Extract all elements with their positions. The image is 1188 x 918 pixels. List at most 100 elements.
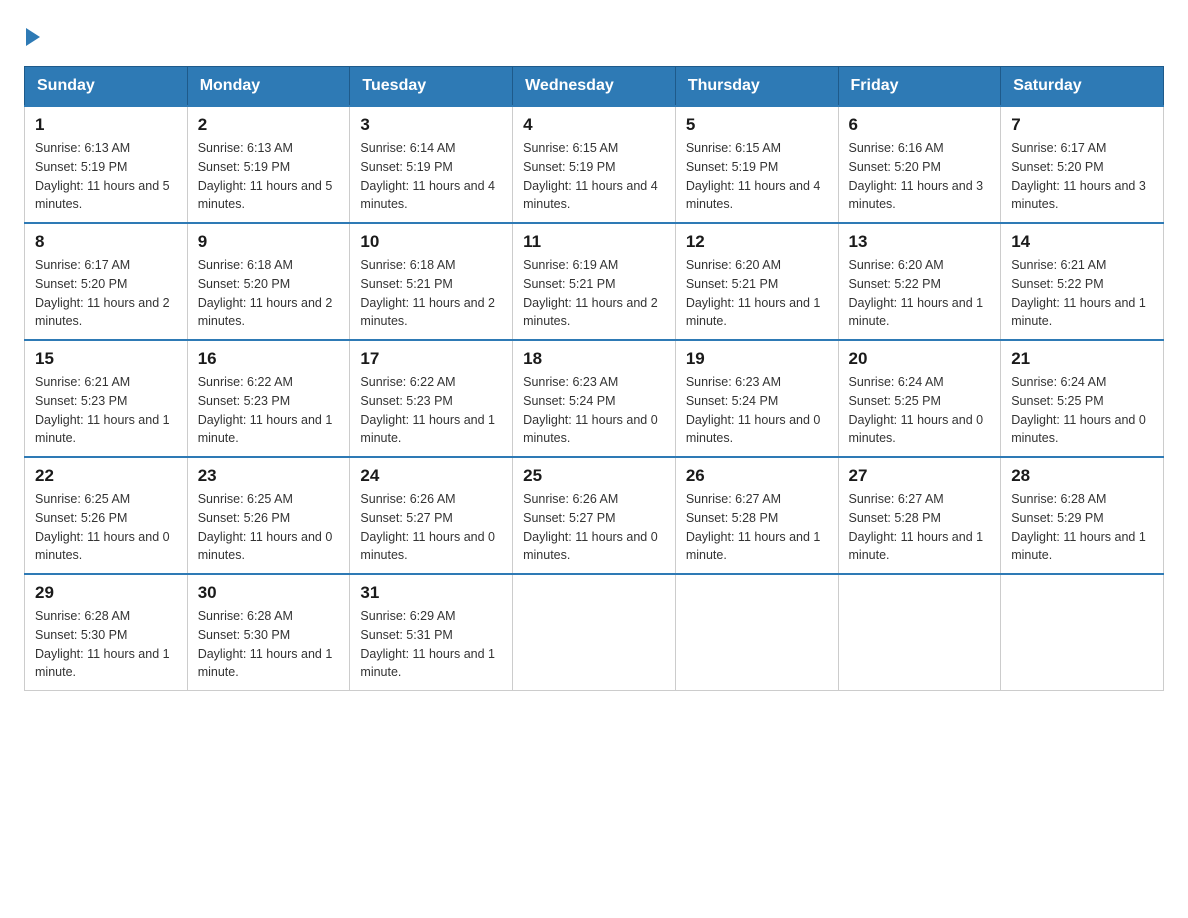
day-info: Sunrise: 6:14 AM Sunset: 5:19 PM Dayligh… <box>360 139 502 214</box>
week-row: 22 Sunrise: 6:25 AM Sunset: 5:26 PM Dayl… <box>25 457 1164 574</box>
calendar-header: SundayMondayTuesdayWednesdayThursdayFrid… <box>25 67 1164 107</box>
day-number: 13 <box>849 232 991 252</box>
day-number: 3 <box>360 115 502 135</box>
calendar-body: 1 Sunrise: 6:13 AM Sunset: 5:19 PM Dayli… <box>25 106 1164 691</box>
calendar-cell: 9 Sunrise: 6:18 AM Sunset: 5:20 PM Dayli… <box>187 223 350 340</box>
day-number: 15 <box>35 349 177 369</box>
calendar-cell: 26 Sunrise: 6:27 AM Sunset: 5:28 PM Dayl… <box>675 457 838 574</box>
calendar-cell: 20 Sunrise: 6:24 AM Sunset: 5:25 PM Dayl… <box>838 340 1001 457</box>
day-info: Sunrise: 6:16 AM Sunset: 5:20 PM Dayligh… <box>849 139 991 214</box>
day-info: Sunrise: 6:13 AM Sunset: 5:19 PM Dayligh… <box>35 139 177 214</box>
day-info: Sunrise: 6:18 AM Sunset: 5:21 PM Dayligh… <box>360 256 502 331</box>
calendar-cell: 16 Sunrise: 6:22 AM Sunset: 5:23 PM Dayl… <box>187 340 350 457</box>
calendar-cell <box>513 574 676 691</box>
calendar-cell <box>1001 574 1164 691</box>
calendar-cell: 22 Sunrise: 6:25 AM Sunset: 5:26 PM Dayl… <box>25 457 188 574</box>
day-info: Sunrise: 6:26 AM Sunset: 5:27 PM Dayligh… <box>360 490 502 565</box>
calendar-cell: 14 Sunrise: 6:21 AM Sunset: 5:22 PM Dayl… <box>1001 223 1164 340</box>
day-info: Sunrise: 6:27 AM Sunset: 5:28 PM Dayligh… <box>686 490 828 565</box>
day-number: 5 <box>686 115 828 135</box>
calendar-cell: 25 Sunrise: 6:26 AM Sunset: 5:27 PM Dayl… <box>513 457 676 574</box>
logo-arrow-icon <box>26 28 40 46</box>
day-info: Sunrise: 6:15 AM Sunset: 5:19 PM Dayligh… <box>523 139 665 214</box>
days-of-week-row: SundayMondayTuesdayWednesdayThursdayFrid… <box>25 67 1164 107</box>
calendar-cell: 30 Sunrise: 6:28 AM Sunset: 5:30 PM Dayl… <box>187 574 350 691</box>
day-number: 1 <box>35 115 177 135</box>
day-number: 26 <box>686 466 828 486</box>
calendar-cell: 2 Sunrise: 6:13 AM Sunset: 5:19 PM Dayli… <box>187 106 350 223</box>
day-number: 30 <box>198 583 340 603</box>
day-number: 20 <box>849 349 991 369</box>
day-info: Sunrise: 6:25 AM Sunset: 5:26 PM Dayligh… <box>35 490 177 565</box>
day-number: 22 <box>35 466 177 486</box>
day-info: Sunrise: 6:25 AM Sunset: 5:26 PM Dayligh… <box>198 490 340 565</box>
logo <box>24 24 40 46</box>
day-number: 24 <box>360 466 502 486</box>
day-info: Sunrise: 6:28 AM Sunset: 5:30 PM Dayligh… <box>198 607 340 682</box>
day-number: 21 <box>1011 349 1153 369</box>
calendar-cell <box>675 574 838 691</box>
day-of-week-header: Tuesday <box>350 67 513 107</box>
day-of-week-header: Friday <box>838 67 1001 107</box>
calendar-cell: 31 Sunrise: 6:29 AM Sunset: 5:31 PM Dayl… <box>350 574 513 691</box>
day-info: Sunrise: 6:13 AM Sunset: 5:19 PM Dayligh… <box>198 139 340 214</box>
day-of-week-header: Saturday <box>1001 67 1164 107</box>
calendar-cell: 19 Sunrise: 6:23 AM Sunset: 5:24 PM Dayl… <box>675 340 838 457</box>
day-info: Sunrise: 6:24 AM Sunset: 5:25 PM Dayligh… <box>1011 373 1153 448</box>
day-info: Sunrise: 6:20 AM Sunset: 5:22 PM Dayligh… <box>849 256 991 331</box>
day-number: 19 <box>686 349 828 369</box>
calendar-cell: 13 Sunrise: 6:20 AM Sunset: 5:22 PM Dayl… <box>838 223 1001 340</box>
calendar-cell: 8 Sunrise: 6:17 AM Sunset: 5:20 PM Dayli… <box>25 223 188 340</box>
week-row: 15 Sunrise: 6:21 AM Sunset: 5:23 PM Dayl… <box>25 340 1164 457</box>
calendar-cell: 29 Sunrise: 6:28 AM Sunset: 5:30 PM Dayl… <box>25 574 188 691</box>
calendar-cell: 5 Sunrise: 6:15 AM Sunset: 5:19 PM Dayli… <box>675 106 838 223</box>
week-row: 29 Sunrise: 6:28 AM Sunset: 5:30 PM Dayl… <box>25 574 1164 691</box>
day-number: 18 <box>523 349 665 369</box>
calendar-table: SundayMondayTuesdayWednesdayThursdayFrid… <box>24 66 1164 691</box>
day-of-week-header: Thursday <box>675 67 838 107</box>
day-number: 2 <box>198 115 340 135</box>
calendar-cell: 21 Sunrise: 6:24 AM Sunset: 5:25 PM Dayl… <box>1001 340 1164 457</box>
day-info: Sunrise: 6:23 AM Sunset: 5:24 PM Dayligh… <box>686 373 828 448</box>
day-info: Sunrise: 6:21 AM Sunset: 5:22 PM Dayligh… <box>1011 256 1153 331</box>
calendar-cell: 18 Sunrise: 6:23 AM Sunset: 5:24 PM Dayl… <box>513 340 676 457</box>
week-row: 1 Sunrise: 6:13 AM Sunset: 5:19 PM Dayli… <box>25 106 1164 223</box>
day-info: Sunrise: 6:17 AM Sunset: 5:20 PM Dayligh… <box>35 256 177 331</box>
day-number: 9 <box>198 232 340 252</box>
day-info: Sunrise: 6:23 AM Sunset: 5:24 PM Dayligh… <box>523 373 665 448</box>
day-info: Sunrise: 6:19 AM Sunset: 5:21 PM Dayligh… <box>523 256 665 331</box>
calendar-cell: 24 Sunrise: 6:26 AM Sunset: 5:27 PM Dayl… <box>350 457 513 574</box>
calendar-cell: 12 Sunrise: 6:20 AM Sunset: 5:21 PM Dayl… <box>675 223 838 340</box>
calendar-cell: 4 Sunrise: 6:15 AM Sunset: 5:19 PM Dayli… <box>513 106 676 223</box>
day-number: 28 <box>1011 466 1153 486</box>
day-info: Sunrise: 6:28 AM Sunset: 5:29 PM Dayligh… <box>1011 490 1153 565</box>
day-number: 27 <box>849 466 991 486</box>
day-info: Sunrise: 6:22 AM Sunset: 5:23 PM Dayligh… <box>198 373 340 448</box>
day-info: Sunrise: 6:22 AM Sunset: 5:23 PM Dayligh… <box>360 373 502 448</box>
day-number: 7 <box>1011 115 1153 135</box>
day-info: Sunrise: 6:20 AM Sunset: 5:21 PM Dayligh… <box>686 256 828 331</box>
day-number: 25 <box>523 466 665 486</box>
day-number: 4 <box>523 115 665 135</box>
day-info: Sunrise: 6:18 AM Sunset: 5:20 PM Dayligh… <box>198 256 340 331</box>
day-of-week-header: Wednesday <box>513 67 676 107</box>
calendar-cell: 15 Sunrise: 6:21 AM Sunset: 5:23 PM Dayl… <box>25 340 188 457</box>
calendar-cell: 6 Sunrise: 6:16 AM Sunset: 5:20 PM Dayli… <box>838 106 1001 223</box>
day-number: 6 <box>849 115 991 135</box>
day-number: 12 <box>686 232 828 252</box>
calendar-cell: 28 Sunrise: 6:28 AM Sunset: 5:29 PM Dayl… <box>1001 457 1164 574</box>
calendar-cell: 27 Sunrise: 6:27 AM Sunset: 5:28 PM Dayl… <box>838 457 1001 574</box>
calendar-cell: 11 Sunrise: 6:19 AM Sunset: 5:21 PM Dayl… <box>513 223 676 340</box>
day-number: 10 <box>360 232 502 252</box>
day-info: Sunrise: 6:21 AM Sunset: 5:23 PM Dayligh… <box>35 373 177 448</box>
day-number: 16 <box>198 349 340 369</box>
calendar-cell: 10 Sunrise: 6:18 AM Sunset: 5:21 PM Dayl… <box>350 223 513 340</box>
calendar-cell: 23 Sunrise: 6:25 AM Sunset: 5:26 PM Dayl… <box>187 457 350 574</box>
calendar-cell: 17 Sunrise: 6:22 AM Sunset: 5:23 PM Dayl… <box>350 340 513 457</box>
day-info: Sunrise: 6:24 AM Sunset: 5:25 PM Dayligh… <box>849 373 991 448</box>
day-number: 11 <box>523 232 665 252</box>
day-number: 29 <box>35 583 177 603</box>
day-info: Sunrise: 6:27 AM Sunset: 5:28 PM Dayligh… <box>849 490 991 565</box>
day-info: Sunrise: 6:26 AM Sunset: 5:27 PM Dayligh… <box>523 490 665 565</box>
day-number: 31 <box>360 583 502 603</box>
